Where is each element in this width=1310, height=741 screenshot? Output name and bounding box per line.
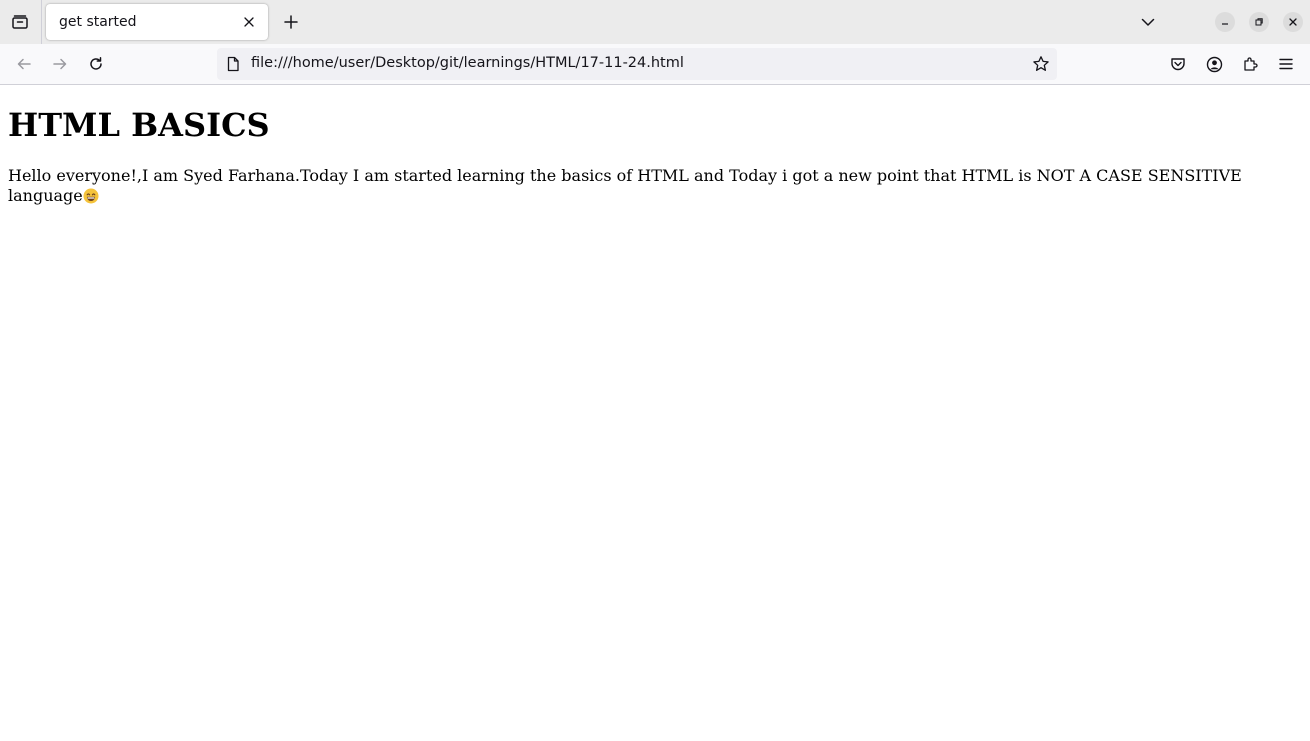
tab-title: get started <box>59 14 137 30</box>
forward-button[interactable] <box>46 50 74 78</box>
app-menu-button[interactable] <box>1272 50 1300 78</box>
tab-active[interactable]: get started <box>46 4 268 40</box>
arrow-left-icon <box>17 58 31 70</box>
chevron-down-icon <box>1141 18 1155 26</box>
account-button[interactable] <box>1200 50 1228 78</box>
pocket-button[interactable] <box>1164 50 1192 78</box>
grinning-face-emoji-icon <box>83 188 99 204</box>
reload-icon <box>90 57 102 70</box>
page-content: HTML BASICS Hello everyone!,I am Syed Fa… <box>0 85 1310 741</box>
list-all-tabs-button[interactable] <box>1134 8 1162 36</box>
page-icon[interactable] <box>225 56 241 72</box>
tab-separator <box>41 0 42 44</box>
back-button[interactable] <box>10 50 38 78</box>
tab-close-icon[interactable] <box>240 13 258 31</box>
address-bar[interactable]: file:///home/user/Desktop/git/learnings/… <box>217 48 1057 80</box>
puzzle-icon <box>1244 57 1258 71</box>
tab-strip: get started <box>0 0 1310 44</box>
new-tab-button[interactable] <box>277 8 305 36</box>
restore-button[interactable] <box>1249 12 1269 32</box>
intro-paragraph-text: Hello everyone!,I am Syed Farhana.Today … <box>8 166 1242 205</box>
account-icon <box>1206 56 1222 72</box>
pocket-icon <box>1171 58 1185 71</box>
restore-icon <box>1255 18 1263 26</box>
tab-overview-icon[interactable] <box>6 8 34 36</box>
navigation-toolbar: file:///home/user/Desktop/git/learnings/… <box>0 44 1310 85</box>
extensions-button[interactable] <box>1236 50 1264 78</box>
minimize-icon <box>1222 23 1228 25</box>
page-title: HTML BASICS <box>8 106 270 144</box>
url-text[interactable]: file:///home/user/Desktop/git/learnings/… <box>251 55 684 71</box>
minimize-button[interactable] <box>1215 12 1235 32</box>
hamburger-menu-icon <box>1279 58 1293 70</box>
reload-button[interactable] <box>82 50 110 78</box>
close-icon <box>1289 18 1297 26</box>
plus-icon <box>284 15 298 29</box>
bookmark-star-icon[interactable] <box>1031 54 1051 74</box>
intro-paragraph: Hello everyone!,I am Syed Farhana.Today … <box>8 166 1298 205</box>
close-window-button[interactable] <box>1283 12 1303 32</box>
arrow-right-icon <box>53 58 67 70</box>
